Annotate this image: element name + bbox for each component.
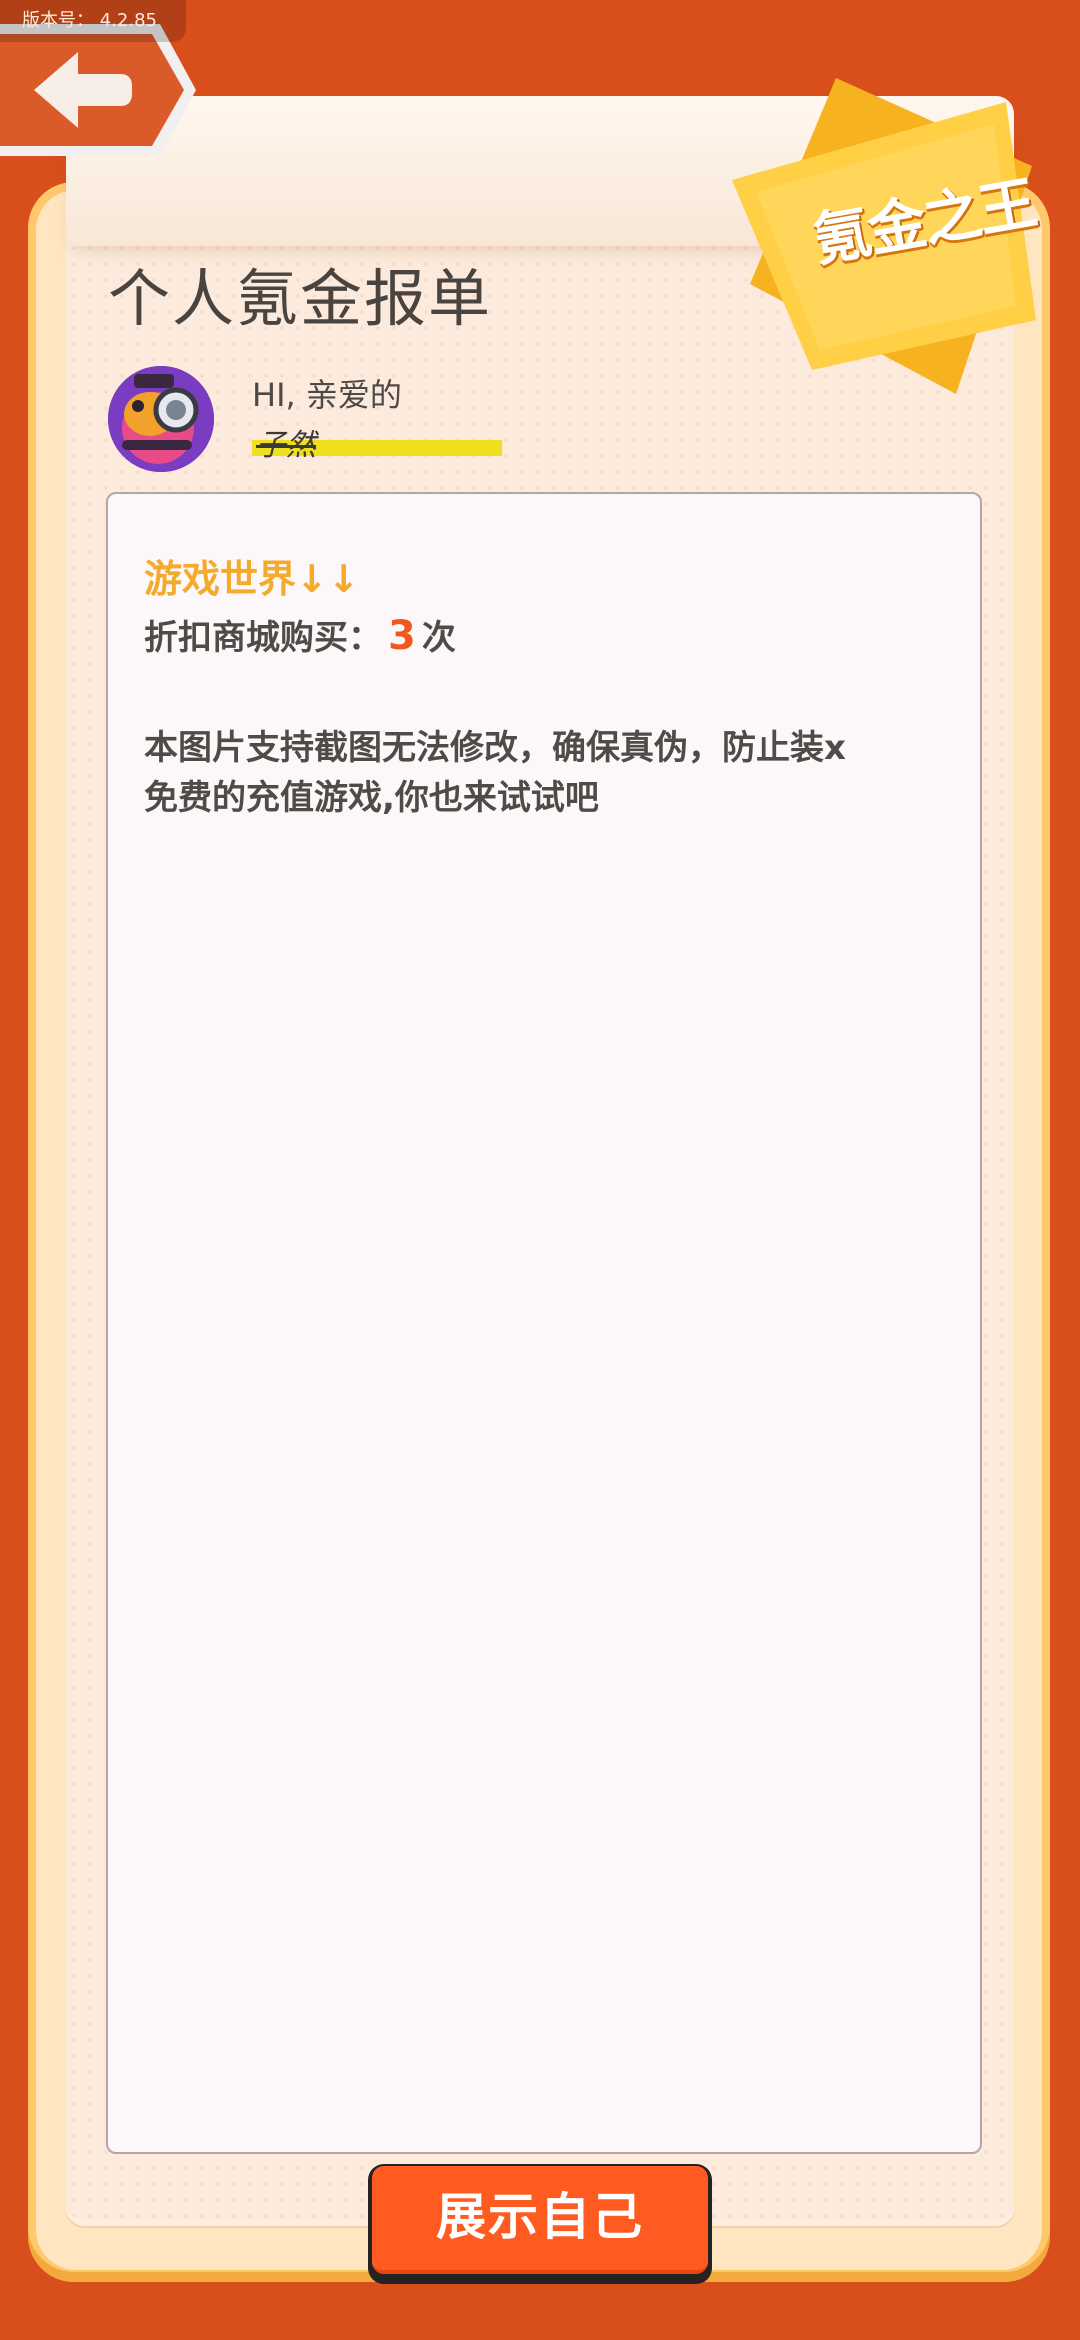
purchase-count-value: 3 — [388, 613, 416, 659]
version-label: 版本号： 4.2.85 — [0, 0, 186, 42]
description-line-2: 免费的充值游戏,你也来试试吧 — [144, 778, 599, 818]
show-yourself-button[interactable]: 展示自己 — [372, 2166, 708, 2274]
purchase-label: 折扣商城购买： — [144, 618, 382, 658]
greeting-text: HI, 亲爱的 — [252, 376, 402, 414]
description-line-1: 本图片支持截图无法修改，确保真伪，防止装x — [144, 728, 846, 768]
purchase-count-line: 折扣商城购买： 3 次 — [144, 610, 456, 659]
page-title: 个人氪金报单 — [108, 262, 493, 335]
section-title: 游戏世界↓↓ — [144, 557, 360, 601]
username: 子然 — [256, 428, 316, 463]
purchase-unit: 次 — [421, 618, 456, 658]
avatar — [108, 366, 214, 472]
